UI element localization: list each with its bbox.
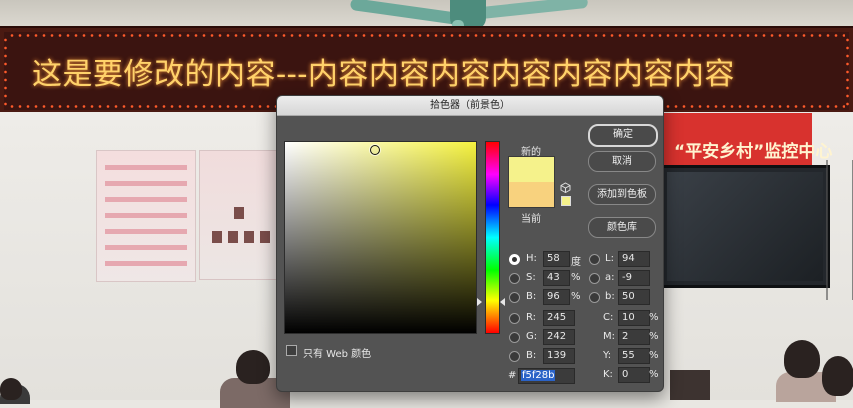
cancel-button[interactable]: 取消 (588, 151, 656, 172)
current-color-label: 当前 (521, 214, 541, 225)
hue-slider-left-arrow-icon[interactable] (477, 298, 482, 306)
hex-input-value: f5f28b (521, 370, 556, 381)
b-channel-label: b: (605, 291, 615, 302)
hue-label: H: (526, 253, 537, 264)
red-radio[interactable] (509, 313, 520, 324)
green-input[interactable]: 242 (543, 329, 575, 345)
green-radio[interactable] (509, 332, 520, 343)
add-to-swatches-button[interactable]: 添加到色板 (588, 184, 656, 205)
yellow-label: Y: (603, 350, 612, 361)
red-label: R: (526, 312, 537, 323)
brightness-input[interactable]: 96 (543, 289, 570, 305)
red-input[interactable]: 245 (543, 310, 575, 326)
hue-slider[interactable] (485, 141, 500, 334)
a-channel-input[interactable]: -9 (618, 270, 650, 286)
web-colors-only-label[interactable]: 只有 Web 颜色 (303, 345, 371, 360)
brightness-radio[interactable] (509, 292, 520, 303)
saturation-radio[interactable] (509, 273, 520, 284)
black-unit: % (649, 369, 659, 380)
hue-input[interactable]: 58 (543, 251, 570, 267)
color-libraries-button[interactable]: 颜色库 (588, 217, 656, 238)
new-color-swatch (508, 156, 555, 183)
wall-poster-right (199, 150, 281, 280)
web-colors-only-checkbox[interactable] (286, 345, 297, 356)
red-banner-text: “平安乡村”监控中心 (674, 142, 833, 162)
red-banner: “平安乡村”监控中心 (660, 113, 832, 168)
a-channel-radio[interactable] (589, 273, 600, 284)
hex-label: # (508, 370, 517, 381)
yellow-input[interactable]: 55 (618, 348, 650, 364)
current-color-swatch[interactable] (508, 182, 555, 208)
person-head (822, 356, 853, 396)
dialog-title[interactable]: 拾色器（前景色） (277, 96, 663, 116)
person-head (784, 340, 820, 378)
green-label: G: (526, 331, 538, 342)
lightness-label: L: (605, 253, 614, 264)
hue-slider-right-arrow-icon[interactable] (500, 298, 505, 306)
chair (670, 370, 710, 400)
a-channel-label: a: (605, 272, 615, 283)
cyan-input[interactable]: 10 (618, 310, 650, 326)
hue-unit: 度 (571, 257, 581, 268)
cyan-label: C: (603, 312, 614, 323)
magenta-unit: % (649, 331, 659, 342)
wall-cables (826, 160, 853, 300)
yellow-unit: % (649, 350, 659, 361)
hex-input[interactable]: f5f28b (518, 368, 575, 384)
black-label: K: (603, 369, 613, 380)
lightness-radio[interactable] (589, 254, 600, 265)
person-head (236, 350, 270, 384)
hue-radio[interactable] (509, 254, 520, 265)
blue-radio[interactable] (509, 351, 520, 362)
brightness-unit: % (571, 291, 581, 302)
black-input[interactable]: 0 (618, 367, 650, 383)
b-channel-input[interactable]: 50 (618, 289, 650, 305)
web-safe-color-swatch[interactable] (561, 196, 571, 206)
color-field-marker[interactable] (370, 145, 380, 155)
person-head (0, 378, 22, 400)
color-picker-dialog: 拾色器（前景色） 新的 当前 确定 取消 添加到色板 颜色库 H: 58 度 S… (276, 95, 664, 392)
magenta-label: M: (603, 331, 615, 342)
cyan-unit: % (649, 312, 659, 323)
saturation-unit: % (571, 272, 581, 283)
saturation-input[interactable]: 43 (543, 270, 570, 286)
blue-input[interactable]: 139 (543, 348, 575, 364)
saturation-label: S: (526, 272, 536, 283)
b-channel-radio[interactable] (589, 292, 600, 303)
magenta-input[interactable]: 2 (618, 329, 650, 345)
lightness-input[interactable]: 94 (618, 251, 650, 267)
led-sign-text: 这是要修改的内容---内容内容内容内容内容内容内容 (32, 57, 735, 92)
brightness-label: B: (526, 291, 537, 302)
blue-label: B: (526, 350, 537, 361)
out-of-gamut-cube-icon[interactable] (560, 182, 571, 193)
ok-button[interactable]: 确定 (588, 124, 658, 147)
wall-poster-left (96, 150, 196, 282)
saturation-brightness-field[interactable] (284, 141, 477, 334)
wall-tv (660, 165, 830, 288)
